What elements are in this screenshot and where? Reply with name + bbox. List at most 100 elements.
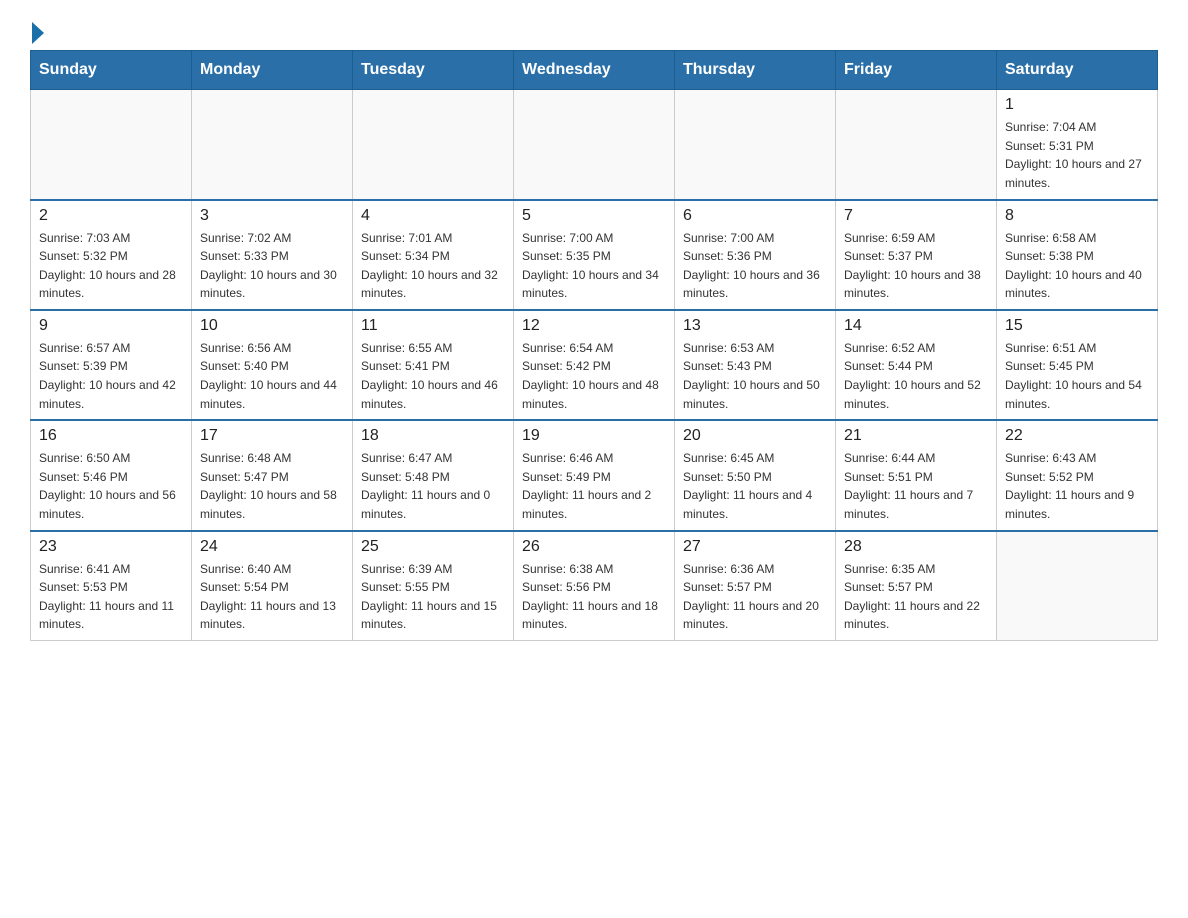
day-number: 15 <box>1005 317 1149 335</box>
weekday-header-monday: Monday <box>192 51 353 90</box>
day-info: Sunrise: 6:44 AMSunset: 5:51 PMDaylight:… <box>844 449 988 523</box>
calendar-week-row: 9Sunrise: 6:57 AMSunset: 5:39 PMDaylight… <box>31 310 1158 420</box>
calendar-cell <box>675 90 836 200</box>
day-info: Sunrise: 6:59 AMSunset: 5:37 PMDaylight:… <box>844 229 988 303</box>
day-info: Sunrise: 6:45 AMSunset: 5:50 PMDaylight:… <box>683 449 827 523</box>
calendar-cell <box>997 531 1158 641</box>
day-number: 8 <box>1005 207 1149 225</box>
day-number: 18 <box>361 427 505 445</box>
calendar-cell: 23 Sunrise: 6:41 AMSunset: 5:53 PMDayligh… <box>31 531 192 641</box>
calendar-cell <box>353 90 514 200</box>
calendar-cell: 16 Sunrise: 6:50 AMSunset: 5:46 PMDayligh… <box>31 420 192 530</box>
calendar-cell: 8 Sunrise: 6:58 AMSunset: 5:38 PMDaylight… <box>997 200 1158 310</box>
day-number: 17 <box>200 427 344 445</box>
day-number: 9 <box>39 317 183 335</box>
day-info: Sunrise: 7:02 AMSunset: 5:33 PMDaylight:… <box>200 229 344 303</box>
calendar-cell <box>836 90 997 200</box>
calendar-cell: 1 Sunrise: 7:04 AMSunset: 5:31 PMDaylight… <box>997 90 1158 200</box>
day-number: 28 <box>844 538 988 556</box>
day-info: Sunrise: 6:55 AMSunset: 5:41 PMDaylight:… <box>361 339 505 413</box>
day-info: Sunrise: 6:39 AMSunset: 5:55 PMDaylight:… <box>361 560 505 634</box>
day-info: Sunrise: 6:36 AMSunset: 5:57 PMDaylight:… <box>683 560 827 634</box>
day-info: Sunrise: 6:41 AMSunset: 5:53 PMDaylight:… <box>39 560 183 634</box>
day-info: Sunrise: 6:43 AMSunset: 5:52 PMDaylight:… <box>1005 449 1149 523</box>
calendar-week-row: 23 Sunrise: 6:41 AMSunset: 5:53 PMDayligh… <box>31 531 1158 641</box>
calendar-cell: 11 Sunrise: 6:55 AMSunset: 5:41 PMDayligh… <box>353 310 514 420</box>
calendar-week-row: 2 Sunrise: 7:03 AMSunset: 5:32 PMDaylight… <box>31 200 1158 310</box>
calendar-cell: 7 Sunrise: 6:59 AMSunset: 5:37 PMDaylight… <box>836 200 997 310</box>
calendar-header-row: SundayMondayTuesdayWednesdayThursdayFrid… <box>31 51 1158 90</box>
day-info: Sunrise: 6:40 AMSunset: 5:54 PMDaylight:… <box>200 560 344 634</box>
calendar-cell: 20 Sunrise: 6:45 AMSunset: 5:50 PMDayligh… <box>675 420 836 530</box>
day-number: 20 <box>683 427 827 445</box>
day-info: Sunrise: 6:51 AMSunset: 5:45 PMDaylight:… <box>1005 339 1149 413</box>
calendar-cell <box>514 90 675 200</box>
day-number: 1 <box>1005 96 1149 114</box>
day-number: 19 <box>522 427 666 445</box>
day-info: Sunrise: 7:04 AMSunset: 5:31 PMDaylight:… <box>1005 118 1149 192</box>
calendar-cell: 13Sunrise: 6:53 AMSunset: 5:43 PMDayligh… <box>675 310 836 420</box>
day-number: 5 <box>522 207 666 225</box>
day-info: Sunrise: 7:00 AMSunset: 5:36 PMDaylight:… <box>683 229 827 303</box>
calendar-cell: 22 Sunrise: 6:43 AMSunset: 5:52 PMDayligh… <box>997 420 1158 530</box>
day-number: 22 <box>1005 427 1149 445</box>
page-header <box>30 20 1158 40</box>
day-info: Sunrise: 6:46 AMSunset: 5:49 PMDaylight:… <box>522 449 666 523</box>
day-info: Sunrise: 6:54 AMSunset: 5:42 PMDaylight:… <box>522 339 666 413</box>
day-number: 10 <box>200 317 344 335</box>
day-number: 3 <box>200 207 344 225</box>
calendar-cell: 25 Sunrise: 6:39 AMSunset: 5:55 PMDayligh… <box>353 531 514 641</box>
day-info: Sunrise: 6:35 AMSunset: 5:57 PMDaylight:… <box>844 560 988 634</box>
day-number: 27 <box>683 538 827 556</box>
calendar-cell <box>192 90 353 200</box>
calendar-cell: 18 Sunrise: 6:47 AMSunset: 5:48 PMDayligh… <box>353 420 514 530</box>
day-number: 2 <box>39 207 183 225</box>
weekday-header-wednesday: Wednesday <box>514 51 675 90</box>
day-number: 13 <box>683 317 827 335</box>
day-info: Sunrise: 6:47 AMSunset: 5:48 PMDaylight:… <box>361 449 505 523</box>
day-info: Sunrise: 7:01 AMSunset: 5:34 PMDaylight:… <box>361 229 505 303</box>
day-number: 11 <box>361 317 505 335</box>
calendar-cell: 2 Sunrise: 7:03 AMSunset: 5:32 PMDaylight… <box>31 200 192 310</box>
weekday-header-tuesday: Tuesday <box>353 51 514 90</box>
calendar-week-row: 1 Sunrise: 7:04 AMSunset: 5:31 PMDaylight… <box>31 90 1158 200</box>
calendar-cell: 4 Sunrise: 7:01 AMSunset: 5:34 PMDaylight… <box>353 200 514 310</box>
calendar-cell: 26 Sunrise: 6:38 AMSunset: 5:56 PMDayligh… <box>514 531 675 641</box>
calendar-cell: 17 Sunrise: 6:48 AMSunset: 5:47 PMDayligh… <box>192 420 353 530</box>
calendar-cell: 12 Sunrise: 6:54 AMSunset: 5:42 PMDayligh… <box>514 310 675 420</box>
day-info: Sunrise: 7:03 AMSunset: 5:32 PMDaylight:… <box>39 229 183 303</box>
day-info: Sunrise: 7:00 AMSunset: 5:35 PMDaylight:… <box>522 229 666 303</box>
logo-arrow-icon <box>32 22 44 44</box>
calendar-cell: 5 Sunrise: 7:00 AMSunset: 5:35 PMDaylight… <box>514 200 675 310</box>
day-info: Sunrise: 6:50 AMSunset: 5:46 PMDaylight:… <box>39 449 183 523</box>
weekday-header-friday: Friday <box>836 51 997 90</box>
day-number: 16 <box>39 427 183 445</box>
calendar-cell: 24 Sunrise: 6:40 AMSunset: 5:54 PMDayligh… <box>192 531 353 641</box>
calendar-cell: 21 Sunrise: 6:44 AMSunset: 5:51 PMDayligh… <box>836 420 997 530</box>
day-info: Sunrise: 6:56 AMSunset: 5:40 PMDaylight:… <box>200 339 344 413</box>
logo <box>30 20 44 40</box>
day-number: 14 <box>844 317 988 335</box>
day-info: Sunrise: 6:58 AMSunset: 5:38 PMDaylight:… <box>1005 229 1149 303</box>
weekday-header-sunday: Sunday <box>31 51 192 90</box>
day-number: 6 <box>683 207 827 225</box>
day-number: 4 <box>361 207 505 225</box>
day-info: Sunrise: 6:52 AMSunset: 5:44 PMDaylight:… <box>844 339 988 413</box>
calendar-cell: 6 Sunrise: 7:00 AMSunset: 5:36 PMDaylight… <box>675 200 836 310</box>
calendar-cell: 14 Sunrise: 6:52 AMSunset: 5:44 PMDayligh… <box>836 310 997 420</box>
day-number: 24 <box>200 538 344 556</box>
weekday-header-saturday: Saturday <box>997 51 1158 90</box>
day-number: 26 <box>522 538 666 556</box>
day-number: 21 <box>844 427 988 445</box>
day-number: 23 <box>39 538 183 556</box>
day-info: Sunrise: 6:48 AMSunset: 5:47 PMDaylight:… <box>200 449 344 523</box>
calendar-week-row: 16 Sunrise: 6:50 AMSunset: 5:46 PMDayligh… <box>31 420 1158 530</box>
calendar-cell <box>31 90 192 200</box>
day-number: 7 <box>844 207 988 225</box>
calendar-cell: 19 Sunrise: 6:46 AMSunset: 5:49 PMDayligh… <box>514 420 675 530</box>
calendar-cell: 3 Sunrise: 7:02 AMSunset: 5:33 PMDaylight… <box>192 200 353 310</box>
day-number: 25 <box>361 538 505 556</box>
calendar-cell: 9Sunrise: 6:57 AMSunset: 5:39 PMDaylight… <box>31 310 192 420</box>
day-info: Sunrise: 6:38 AMSunset: 5:56 PMDaylight:… <box>522 560 666 634</box>
day-number: 12 <box>522 317 666 335</box>
